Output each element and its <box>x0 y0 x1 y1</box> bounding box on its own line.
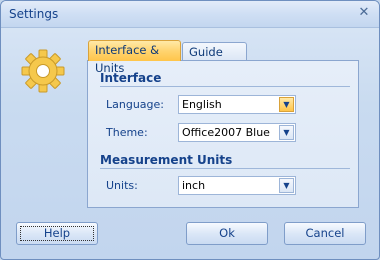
title-bar[interactable]: Settings ✕ <box>1 1 379 28</box>
tab-interface-units[interactable]: Interface & Units <box>88 40 181 75</box>
theme-value: Office2007 Blue <box>182 126 270 139</box>
units-label: Units: <box>106 179 138 192</box>
tab-panel: Interface Language: English ▼ Theme: Off… <box>87 60 359 208</box>
units-value: inch <box>182 179 206 192</box>
ok-button[interactable]: Ok <box>186 222 268 245</box>
cancel-button[interactable]: Cancel <box>284 222 366 245</box>
ok-button-label: Ok <box>219 226 235 240</box>
theme-label: Theme: <box>106 126 148 139</box>
units-dropdown[interactable]: inch ▼ <box>178 176 296 195</box>
settings-window: Settings ✕ Interface & Units Guide Lines… <box>0 0 380 260</box>
language-value: English <box>182 98 222 111</box>
section-divider <box>100 168 350 169</box>
focus-indicator <box>20 226 94 241</box>
tab-guide-lines[interactable]: Guide Lines <box>182 42 247 77</box>
language-label: Language: <box>106 98 164 111</box>
chevron-down-icon[interactable]: ▼ <box>279 178 294 193</box>
gear-icon <box>21 49 65 93</box>
cancel-button-label: Cancel <box>305 226 345 240</box>
language-dropdown[interactable]: English ▼ <box>178 95 296 114</box>
chevron-down-icon[interactable]: ▼ <box>279 97 294 112</box>
close-icon[interactable]: ✕ <box>355 5 373 21</box>
section-divider <box>100 86 350 87</box>
theme-dropdown[interactable]: Office2007 Blue ▼ <box>178 123 296 142</box>
chevron-down-icon[interactable]: ▼ <box>279 125 294 140</box>
help-button[interactable]: Help <box>16 222 98 245</box>
measurement-heading: Measurement Units <box>100 153 233 167</box>
window-title: Settings <box>9 7 59 21</box>
